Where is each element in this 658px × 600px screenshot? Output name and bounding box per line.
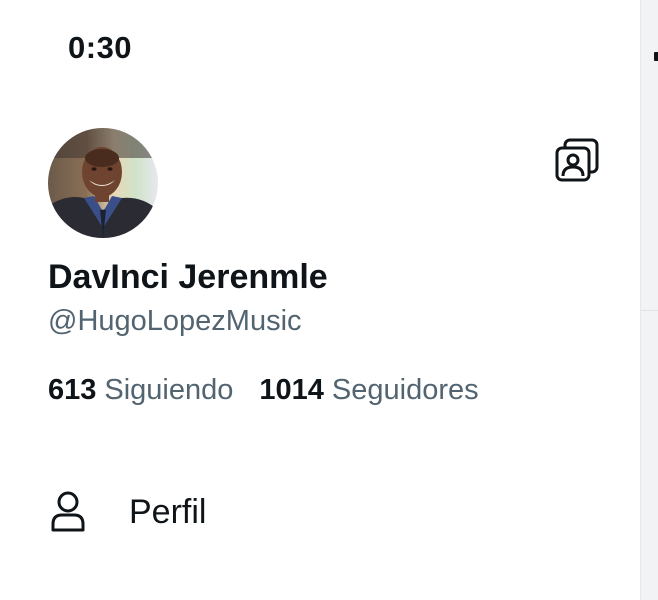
account-switcher-icon [555,138,599,182]
following-label: Siguiendo [104,374,234,406]
account-switcher-button[interactable] [553,136,601,184]
follow-stats: 613 Siguiendo 1014 Seguidores [48,374,479,407]
followers-stat[interactable]: 1014 Seguidores [259,374,478,407]
status-bar-time: 0:30 [68,30,133,65]
background-timeline-mark [654,52,658,61]
user-handle[interactable]: @HugoLopezMusic [48,305,302,338]
menu-item-profile[interactable]: Perfil [48,480,206,544]
menu-item-label: Perfil [129,492,207,531]
display-name[interactable]: DavInci Jerenmle [48,258,328,297]
followers-count: 1014 [259,374,324,406]
avatar-image [48,128,158,238]
following-count: 613 [48,374,97,406]
side-menu-screen: 0:30 DavInci Jerenmle @HugoLopezMusic 61… [0,0,658,600]
person-icon [48,490,88,534]
avatar[interactable] [48,128,158,238]
following-stat[interactable]: 613 Siguiendo [48,374,233,407]
followers-label: Seguidores [331,374,479,406]
background-timeline-edge [640,0,658,600]
background-divider [641,310,658,311]
